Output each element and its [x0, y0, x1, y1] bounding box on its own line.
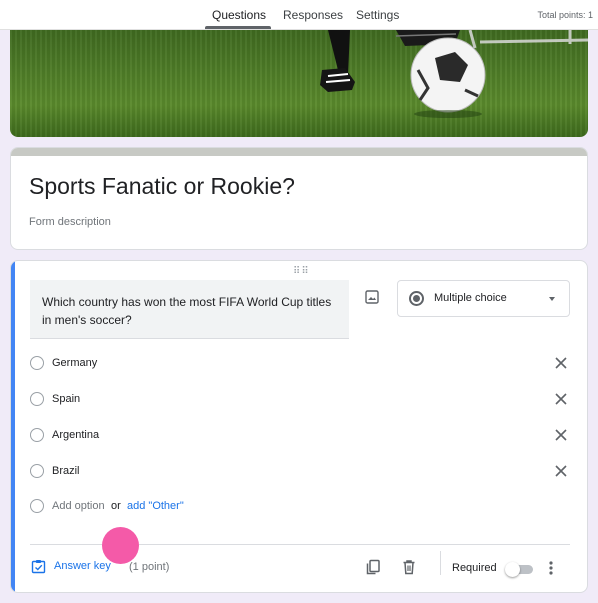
active-card-accent: [11, 261, 15, 592]
form-title-card: Sports Fanatic or Rookie? Form descripti…: [10, 147, 588, 250]
radio-circle-icon: [30, 356, 44, 370]
soccer-scene-image: [320, 30, 588, 118]
drag-handle-icon[interactable]: ⠿⠿: [293, 266, 310, 277]
tab-responses[interactable]: Responses: [283, 8, 343, 22]
option-row[interactable]: Brazil: [30, 461, 570, 483]
add-other-link[interactable]: add "Other": [127, 500, 184, 512]
required-toggle[interactable]: [505, 562, 533, 577]
option-label[interactable]: Spain: [52, 393, 80, 405]
title-card-top-bar: [11, 148, 587, 156]
radio-circle-icon: [30, 464, 44, 478]
total-points: Total points: 1: [537, 10, 593, 20]
tab-questions[interactable]: Questions: [212, 8, 266, 22]
or-text: or: [111, 500, 121, 512]
header-image: [10, 30, 588, 137]
footer-separator: [440, 551, 441, 575]
cursor-highlight: [102, 527, 139, 564]
close-icon[interactable]: [552, 354, 570, 372]
option-label[interactable]: Germany: [52, 357, 97, 369]
option-row[interactable]: Argentina: [30, 425, 570, 447]
close-icon[interactable]: [552, 462, 570, 480]
add-image-icon[interactable]: [364, 289, 380, 305]
delete-icon[interactable]: [400, 558, 418, 576]
more-options-icon[interactable]: [544, 559, 558, 577]
question-card[interactable]: ⠿⠿ Which country has won the most FIFA W…: [10, 260, 588, 593]
tab-settings[interactable]: Settings: [356, 8, 399, 22]
question-type-label: Multiple choice: [434, 292, 507, 304]
option-label[interactable]: Brazil: [52, 465, 80, 477]
question-type-dropdown[interactable]: Multiple choice: [397, 280, 570, 317]
points-value: (1 point): [129, 561, 170, 573]
multiple-choice-icon: [409, 291, 424, 306]
close-icon[interactable]: [552, 426, 570, 444]
answer-key-label: Answer key: [54, 560, 111, 572]
close-icon[interactable]: [552, 390, 570, 408]
add-option-button[interactable]: Add option: [52, 500, 105, 512]
required-label: Required: [452, 562, 497, 574]
option-row[interactable]: Germany: [30, 353, 570, 375]
duplicate-icon[interactable]: [364, 558, 382, 576]
form-description[interactable]: Form description: [29, 216, 111, 228]
form-title[interactable]: Sports Fanatic or Rookie?: [29, 173, 295, 200]
radio-circle-icon: [30, 392, 44, 406]
answer-key-icon: [31, 560, 46, 574]
option-row[interactable]: Spain: [30, 389, 570, 411]
toggle-thumb: [505, 562, 520, 577]
option-label[interactable]: Argentina: [52, 429, 99, 441]
radio-circle-icon: [30, 428, 44, 442]
question-text-field[interactable]: Which country has won the most FIFA Worl…: [30, 280, 349, 339]
add-option-row: Add option or add "Other": [30, 496, 570, 518]
active-tab-indicator: [205, 26, 271, 29]
radio-circle-icon: [30, 499, 44, 513]
chevron-down-icon: [549, 297, 555, 301]
top-tab-bar: Questions Responses Settings Total point…: [0, 0, 598, 30]
